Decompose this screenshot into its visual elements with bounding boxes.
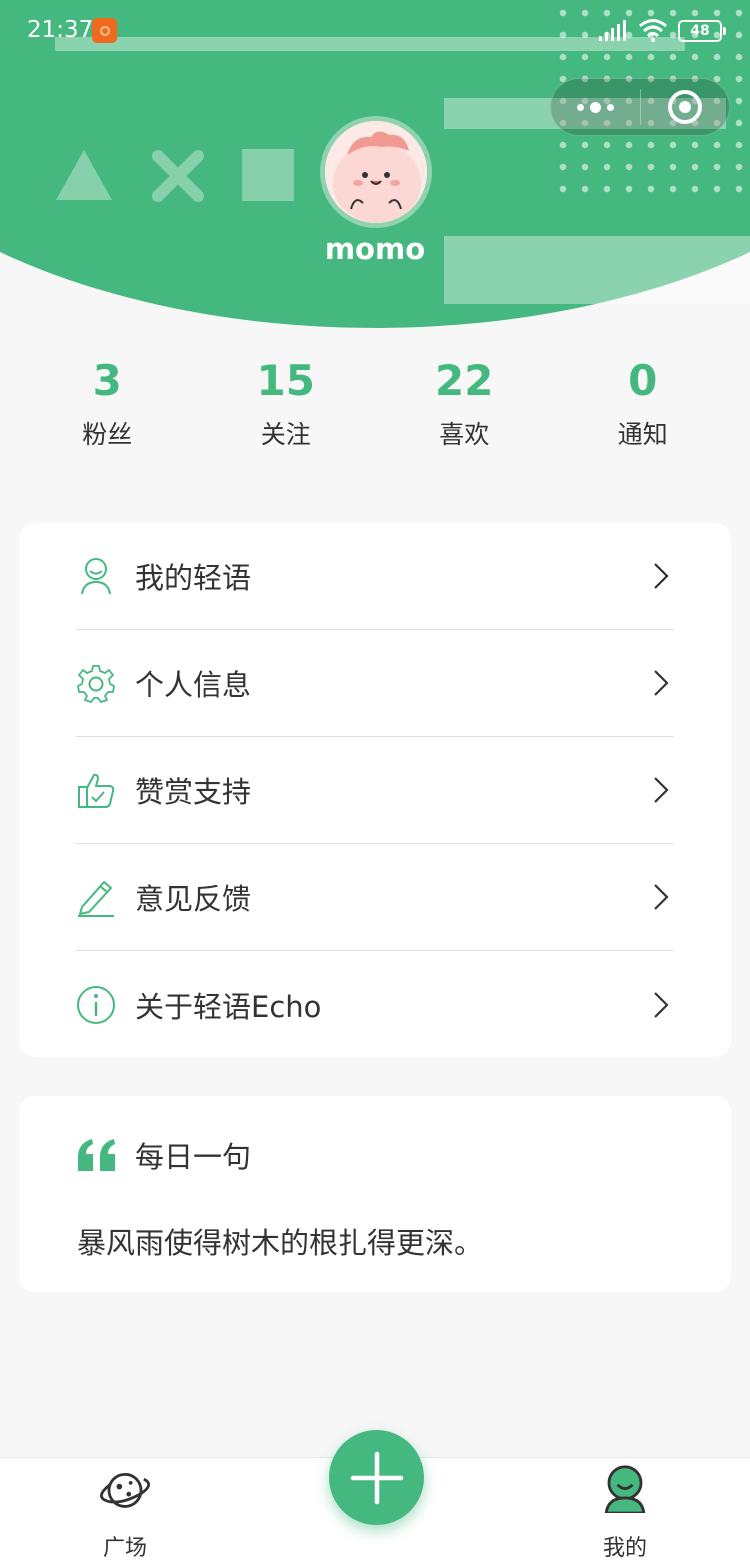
plus-icon — [350, 1451, 403, 1504]
close-miniprogram-button[interactable] — [641, 79, 729, 135]
daily-quote-card: 每日一句 暴风雨使得树木的根扎得更深。 — [19, 1096, 731, 1292]
chevron-right-icon — [654, 563, 669, 589]
stat-following[interactable]: 15 关注 — [197, 355, 376, 465]
tab-square[interactable]: 广场 — [45, 1458, 205, 1561]
pencil-icon — [78, 881, 114, 917]
stat-followers[interactable]: 3 粉丝 — [18, 355, 197, 465]
tab-mine[interactable]: 我的 — [545, 1458, 705, 1561]
chevron-right-icon — [654, 991, 669, 1018]
info-icon — [77, 985, 115, 1024]
target-icon — [667, 90, 702, 124]
menu-item-label: 关于轻语Echo — [135, 989, 322, 1024]
menu-card: 我的轻语 个人信息 赞赏支持 意见反馈 关于轻语Echo — [19, 523, 731, 1057]
thumbs-up-icon — [78, 773, 115, 808]
menu-item-label: 我的轻语 — [135, 561, 252, 595]
avatar-character-icon — [325, 121, 427, 223]
profile-header: 21:37 48 momo — [0, 0, 750, 330]
miniprogram-capsule — [550, 78, 730, 136]
profile-icon — [604, 1465, 646, 1513]
stat-value: 15 — [256, 356, 315, 405]
quote-mark-icon — [78, 1139, 115, 1171]
signal-icon — [599, 20, 626, 41]
chevron-right-icon — [654, 670, 669, 696]
stat-value: 22 — [435, 356, 494, 405]
menu-item-support[interactable]: 赞赏支持 — [76, 737, 674, 844]
menu-item-about[interactable]: 关于轻语Echo — [76, 951, 674, 1058]
user-icon — [81, 558, 111, 595]
more-menu-button[interactable] — [551, 79, 640, 135]
wifi-icon — [639, 19, 667, 42]
status-time: 21:37 — [27, 17, 94, 43]
app-notification-icon — [92, 18, 117, 43]
create-post-button[interactable] — [329, 1430, 424, 1525]
stat-label: 通知 — [617, 420, 668, 449]
menu-item-profile-info[interactable]: 个人信息 — [76, 630, 674, 737]
chevron-right-icon — [654, 777, 669, 803]
menu-item-my-posts[interactable]: 我的轻语 — [76, 523, 674, 630]
chevron-right-icon — [654, 884, 669, 910]
stat-label: 喜欢 — [439, 420, 490, 449]
more-dot-icon — [607, 103, 614, 111]
username: momo — [324, 232, 426, 266]
daily-quote-text: 暴风雨使得树木的根扎得更深。 — [77, 1226, 484, 1260]
stat-label: 粉丝 — [82, 420, 133, 449]
stat-notifications[interactable]: 0 通知 — [554, 355, 733, 465]
stat-value: 0 — [628, 356, 658, 405]
menu-item-label: 赞赏支持 — [135, 775, 252, 809]
daily-quote-header: 每日一句 — [76, 1134, 251, 1176]
status-bar: 21:37 48 — [0, 0, 750, 60]
more-dot-icon — [590, 101, 601, 113]
triangle-icon — [56, 150, 112, 200]
cross-icon — [152, 150, 204, 202]
tab-label: 广场 — [102, 1536, 147, 1561]
gear-icon — [77, 665, 115, 703]
tab-label: 我的 — [602, 1536, 647, 1561]
stats-row: 3 粉丝 15 关注 22 喜欢 0 通知 — [18, 355, 732, 465]
planet-icon — [100, 1472, 151, 1508]
stat-likes[interactable]: 22 喜欢 — [375, 355, 554, 465]
stat-value: 3 — [92, 356, 122, 405]
menu-item-label: 个人信息 — [135, 668, 252, 702]
menu-item-label: 意见反馈 — [135, 882, 252, 916]
avatar[interactable] — [320, 116, 432, 228]
square-icon — [242, 149, 294, 201]
more-dot-icon — [577, 103, 584, 111]
menu-item-feedback[interactable]: 意见反馈 — [76, 844, 674, 951]
daily-quote-title: 每日一句 — [135, 1140, 252, 1174]
battery-indicator: 48 — [678, 20, 726, 42]
profile-page: 21:37 48 momo 3 粉丝 15 关注 22 喜欢 0 通知 我的轻语… — [0, 0, 750, 1561]
stat-label: 关注 — [260, 420, 311, 449]
